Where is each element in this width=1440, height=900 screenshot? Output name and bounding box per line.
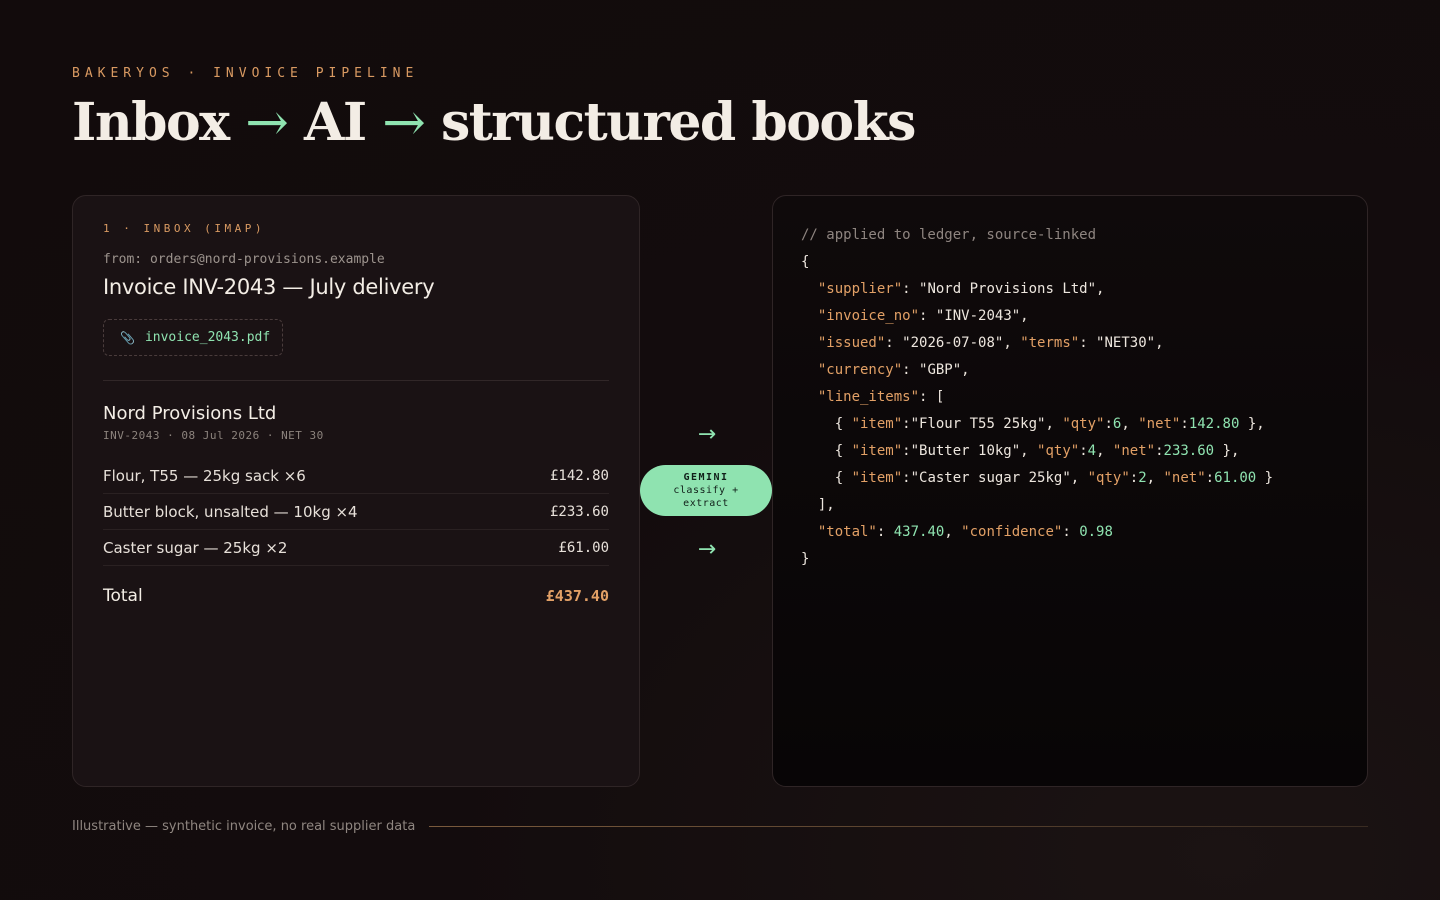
total-row: Total £437.40 (103, 586, 609, 606)
json-qty: 2 (1138, 470, 1147, 486)
json-terms: NET30 (1104, 335, 1147, 351)
json-currency: GBP (927, 362, 953, 378)
line-item-desc: Flour, T55 — 25kg sack ×6 (103, 466, 306, 485)
title-part-ai: AI (303, 92, 367, 153)
line-items-list: Flour, T55 — 25kg sack ×6 £142.80 Butter… (103, 458, 609, 566)
pill-line: classify + (673, 485, 739, 496)
ledger-card: // applied to ledger, source-linked { "s… (772, 195, 1368, 787)
total-label: Total (103, 586, 143, 606)
page-title: Inbox → AI → structured books (72, 92, 916, 153)
pill-line: extract (683, 498, 729, 509)
line-item: Caster sugar — 25kg ×2 £61.00 (103, 530, 609, 566)
attachment-name: invoice_2043.pdf (144, 330, 271, 345)
invoice-meta: INV-2043 · 08 Jul 2026 · NET 30 (103, 429, 324, 442)
json-qty: 6 (1112, 416, 1122, 432)
json-comment: // applied to ledger, source-linked (801, 227, 1097, 243)
title-part-books: structured books (440, 92, 916, 153)
json-qty: 4 (1087, 443, 1097, 459)
json-confidence: 0.98 (1079, 524, 1113, 540)
footer: Illustrative — synthetic invoice, no rea… (72, 819, 1368, 834)
line-item-amount: £142.80 (549, 467, 609, 484)
supplier-name: Nord Provisions Ltd (103, 403, 277, 424)
ledger-json: // applied to ledger, source-linked { "s… (801, 227, 1274, 567)
paperclip-icon: 📎 (120, 330, 135, 345)
title-part-inbox: Inbox (72, 92, 230, 153)
line-item-desc: Caster sugar — 25kg ×2 (103, 538, 288, 557)
line-item: Flour, T55 — 25kg sack ×6 £142.80 (103, 458, 609, 494)
line-item: Butter block, unsalted — 10kg ×4 £233.60 (103, 494, 609, 530)
json-net: 233.60 (1163, 443, 1215, 459)
ai-processor-pill: GEMINI classify + extract (640, 465, 772, 516)
divider (103, 380, 609, 381)
eyebrow-label: BAKERYOS · INVOICE PIPELINE (72, 66, 419, 81)
json-total: 437.40 (893, 524, 945, 540)
pill-title: GEMINI (683, 472, 729, 483)
json-invoice-no: INV-2043 (944, 308, 1012, 324)
json-item: Flour T55 25kg (919, 416, 1038, 432)
email-subject: Invoice INV-2043 — July delivery (103, 275, 435, 299)
json-item: Caster sugar 25kg (919, 470, 1063, 486)
inbox-card: 1 · INBOX (IMAP) from: orders@nord-provi… (72, 195, 640, 787)
json-net: 61.00 (1214, 470, 1257, 486)
flow-arrow-icon: → (697, 422, 717, 447)
attachment-chip[interactable]: 📎 invoice_2043.pdf (103, 319, 284, 356)
inbox-section-label: 1 · INBOX (IMAP) (103, 222, 265, 235)
line-item-desc: Butter block, unsalted — 10kg ×4 (103, 502, 358, 521)
footer-note: Illustrative — synthetic invoice, no rea… (72, 819, 416, 834)
title-arrow-icon: → (382, 93, 426, 153)
line-item-amount: £61.00 (558, 539, 609, 556)
line-item-amount: £233.60 (549, 503, 609, 520)
json-net: 142.80 (1188, 416, 1240, 432)
title-arrow-icon: → (245, 93, 289, 153)
flow-arrow-icon: → (697, 537, 717, 562)
email-from: from: orders@nord-provisions.example (103, 252, 385, 267)
json-item: Butter 10kg (919, 443, 1012, 459)
total-amount: £437.40 (545, 587, 609, 605)
footer-rule (429, 826, 1368, 827)
json-issued: 2026-07-08 (910, 335, 995, 351)
json-supplier: Nord Provisions Ltd (927, 281, 1088, 297)
